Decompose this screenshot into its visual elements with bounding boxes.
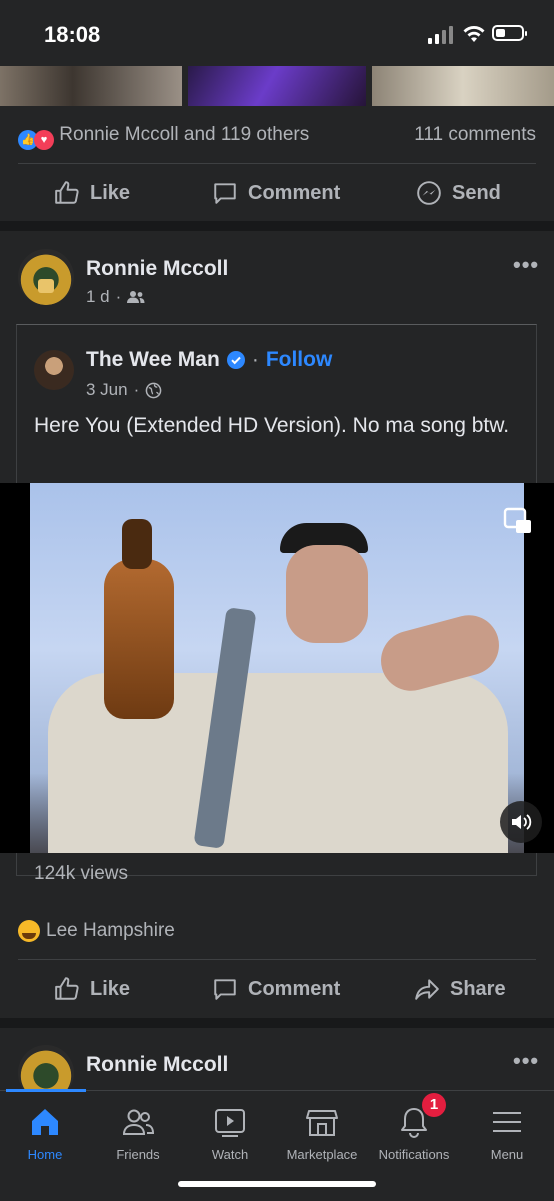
view-count: 124k views (34, 863, 128, 884)
menu-icon (493, 1112, 521, 1132)
post-meta: 1 d · (86, 287, 145, 307)
photo-thumbnail[interactable] (372, 66, 554, 106)
comment-label: Comment (248, 181, 341, 204)
shared-author[interactable]: The Wee Man (86, 348, 220, 372)
shared-author-avatar[interactable] (34, 350, 74, 390)
tab-label: Menu (490, 1147, 524, 1162)
picture-in-picture-icon[interactable] (503, 507, 533, 537)
home-indicator (178, 1181, 376, 1187)
comment-button[interactable]: Comment (212, 180, 340, 206)
follow-button[interactable]: Follow (266, 348, 333, 372)
like-label: Like (90, 977, 131, 1000)
video-player[interactable] (0, 483, 554, 853)
globe-icon (145, 382, 162, 398)
notifications-badge: 1 (422, 1093, 446, 1117)
tab-marketplace[interactable]: Marketplace (272, 1105, 372, 1162)
home-icon (32, 1109, 58, 1135)
battery-icon (492, 25, 527, 41)
photo-thumbnail[interactable] (188, 66, 366, 106)
status-time: 18:08 (44, 22, 101, 47)
shared-date[interactable]: 3 Jun (86, 380, 128, 400)
next-post-author[interactable]: Ronnie Mccoll (86, 1053, 228, 1077)
tab-label: Watch (211, 1147, 249, 1162)
tab-friends[interactable]: Friends (88, 1105, 188, 1162)
volume-icon (512, 814, 532, 830)
like-label: Like (90, 181, 131, 204)
comments-count[interactable]: 111 comments (414, 124, 536, 146)
love-reaction-icon: ♥ (34, 130, 54, 150)
messenger-icon (417, 181, 441, 205)
post-options-button[interactable]: ••• (513, 1048, 539, 1074)
post-author[interactable]: Ronnie Mccoll (86, 257, 228, 281)
active-tab-indicator (6, 1089, 86, 1092)
comment-label: Comment (248, 977, 341, 1000)
photo-thumbnail[interactable] (0, 66, 182, 106)
author-avatar[interactable] (18, 249, 74, 305)
friends-icon (122, 1109, 155, 1135)
reactions-text: Ronnie Mccoll and 119 others (59, 124, 310, 145)
verified-badge-icon (226, 351, 245, 369)
tab-notifications[interactable]: 1 Notifications (364, 1093, 464, 1162)
tab-label: Home (27, 1147, 63, 1162)
tab-label: Marketplace (286, 1147, 358, 1162)
tab-label: Notifications (378, 1147, 450, 1162)
share-icon (415, 979, 439, 1000)
send-button[interactable]: Send (416, 180, 501, 206)
haha-reaction-icon (18, 920, 40, 942)
photo-strip[interactable] (0, 66, 554, 108)
tab-home[interactable]: Home (0, 1105, 95, 1162)
tab-watch[interactable]: Watch (180, 1105, 280, 1162)
watch-icon (215, 1109, 245, 1137)
share-button[interactable]: Share (414, 976, 506, 1002)
like-icon (55, 977, 79, 1000)
send-label: Send (452, 181, 501, 204)
signal-icon (428, 26, 454, 44)
wifi-icon (463, 26, 485, 42)
shared-post-text: Here You (Extended HD Version). No ma so… (34, 414, 510, 437)
like-button[interactable]: Like (54, 180, 130, 206)
like-icon (55, 181, 79, 204)
reactions-summary[interactable]: 👍 ♥ Ronnie Mccoll and 119 others (18, 124, 309, 150)
shared-meta: 3 Jun · (86, 380, 162, 400)
friends-audience-icon (127, 291, 145, 303)
video-frame (30, 483, 524, 853)
comment-icon (214, 183, 236, 204)
marketplace-icon (306, 1110, 338, 1136)
post-options-button[interactable]: ••• (513, 252, 539, 278)
comment-icon (214, 979, 236, 1000)
post-reactions-summary[interactable]: Lee Hampshire (18, 920, 175, 942)
divider (18, 163, 536, 164)
reactor-name: Lee Hampshire (46, 920, 175, 941)
follow-separator: · (251, 348, 259, 371)
like-button[interactable]: Like (54, 976, 130, 1002)
tab-label: Friends (116, 1147, 160, 1162)
comment-button[interactable]: Comment (212, 976, 340, 1002)
shared-author-row: The Wee Man · Follow (86, 348, 332, 372)
volume-button[interactable] (500, 801, 542, 843)
divider (18, 959, 536, 960)
next-post-card (0, 1028, 554, 1090)
share-label: Share (450, 977, 506, 1000)
post-time[interactable]: 1 d (86, 287, 110, 307)
tab-menu[interactable]: Menu (457, 1105, 554, 1162)
